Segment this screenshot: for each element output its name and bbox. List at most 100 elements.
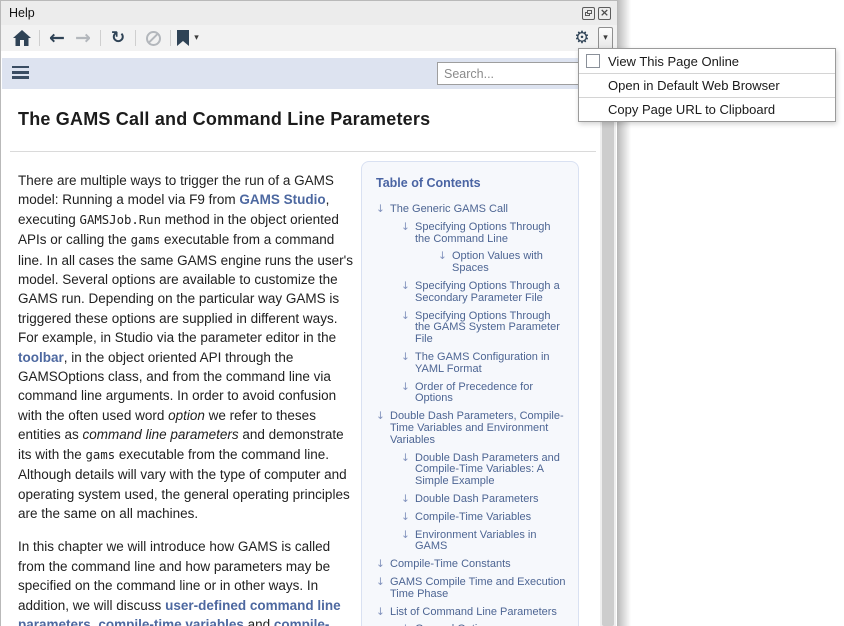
hamburger-icon <box>12 66 29 68</box>
toc-item-label: Compile-Time Constants <box>390 559 566 571</box>
down-arrow-icon: ↓ <box>376 559 390 571</box>
vertical-scrollbar[interactable] <box>600 52 616 626</box>
toc-item-label: Environment Variables in GAMS <box>415 530 566 554</box>
toc-item[interactable]: ↓Specifying Options Through the GAMS Sys… <box>376 311 566 346</box>
desktop-canvas: Help × ← → ↻ <box>0 0 844 626</box>
toolbar-separator <box>135 30 136 46</box>
toolbar-separator <box>170 30 171 46</box>
toc-list: ↓The Generic GAMS Call↓Specifying Option… <box>376 204 566 626</box>
down-arrow-icon: ↓ <box>401 512 415 524</box>
down-arrow-icon: ↓ <box>376 204 390 216</box>
inline-link[interactable]: compile-time variables <box>98 617 244 626</box>
home-button[interactable] <box>10 26 34 50</box>
inline-link[interactable]: toolbar <box>18 350 64 365</box>
down-arrow-icon: ↓ <box>376 411 390 446</box>
back-button[interactable]: ← <box>45 26 69 50</box>
down-arrow-icon: ↓ <box>376 607 390 619</box>
checkbox-unchecked[interactable] <box>586 54 600 68</box>
toc-item[interactable]: ↓Double Dash Parameters, Compile-Time Va… <box>376 411 566 446</box>
title-divider <box>10 151 596 152</box>
toc-item[interactable]: ↓Compile-Time Variables <box>376 512 566 524</box>
toc-title: Table of Contents <box>376 176 566 190</box>
toc-item[interactable]: ↓Order of Precedence for Options <box>376 382 566 406</box>
scrollbar-thumb[interactable] <box>602 56 614 626</box>
toc-item[interactable]: ↓The GAMS Configuration in YAML Format <box>376 352 566 376</box>
toc-item[interactable]: ↓Option Values with Spaces <box>376 251 566 275</box>
toc-item[interactable]: ↓The Generic GAMS Call <box>376 204 566 216</box>
page-header-bar <box>2 58 602 89</box>
toc-item[interactable]: ↓Specifying Options Through a Secondary … <box>376 281 566 305</box>
toc-item[interactable]: ↓Specifying Options Through the Command … <box>376 222 566 246</box>
menu-item-label: Open in Default Web Browser <box>608 78 780 93</box>
text-segment: gams <box>131 233 161 247</box>
close-window-button[interactable]: × <box>598 7 611 20</box>
down-arrow-icon: ↓ <box>401 311 415 346</box>
gear-icon: ⚙ <box>574 30 589 47</box>
window-title: Help <box>9 6 579 20</box>
down-arrow-icon: ↓ <box>401 281 415 305</box>
menu-item-copy-page-url-to-clipboard[interactable]: Copy Page URL to Clipboard <box>579 97 835 121</box>
navigation-toolbar: ← → ↻ ▾ ⚙ <box>1 25 617 51</box>
toc-item-label: Double Dash Parameters <box>415 494 566 506</box>
hamburger-icon <box>12 71 29 73</box>
hamburger-icon <box>12 76 29 78</box>
toc-item-label: Specifying Options Through the Command L… <box>415 222 566 246</box>
toc-item-label: Compile-Time Variables <box>415 512 566 524</box>
reload-button[interactable]: ↻ <box>106 26 130 50</box>
bookmark-button[interactable]: ▾ <box>176 26 200 50</box>
menu-item-label: View This Page Online <box>608 54 739 69</box>
toc-item-label: The GAMS Configuration in YAML Format <box>415 352 566 376</box>
paragraph: There are multiple ways to trigger the r… <box>18 171 356 523</box>
document-viewport: The GAMS Call and Command Line Parameter… <box>2 89 602 626</box>
down-arrow-icon: ↓ <box>401 453 415 488</box>
float-icon-overlap <box>587 10 592 14</box>
menu-item-label: Copy Page URL to Clipboard <box>608 102 775 117</box>
paragraph: In this chapter we will introduce how GA… <box>18 537 356 626</box>
caret-down-icon: ▾ <box>194 34 199 43</box>
toolbar-right-group: ⚙ ▾ <box>569 26 613 50</box>
toolbar-separator <box>39 30 40 46</box>
down-arrow-icon: ↓ <box>401 382 415 406</box>
toc-item-label: Order of Precedence for Options <box>415 382 566 406</box>
toc-item[interactable]: ↓Environment Variables in GAMS <box>376 530 566 554</box>
toc-item-label: The Generic GAMS Call <box>390 204 566 216</box>
down-arrow-icon: ↓ <box>438 251 452 275</box>
toc-item-label: List of Command Line Parameters <box>390 607 566 619</box>
toc-item-label: Specifying Options Through the GAMS Syst… <box>415 311 566 346</box>
toc-item-label: GAMS Compile Time and Execution Time Pha… <box>390 577 566 601</box>
text-segment: command line parameters <box>83 427 239 442</box>
toc-item[interactable]: ↓List of Command Line Parameters <box>376 607 566 619</box>
menu-item-open-in-default-web-browser[interactable]: Open in Default Web Browser <box>579 73 835 97</box>
text-segment: executable from a command line. In all c… <box>18 232 353 345</box>
help-window: Help × ← → ↻ <box>0 0 618 626</box>
down-arrow-icon: ↓ <box>401 352 415 376</box>
settings-dropdown-menu: View This Page Online Open in Default Web… <box>578 48 836 122</box>
caret-down-icon: ▾ <box>603 34 608 43</box>
back-arrow-icon: ← <box>49 29 65 48</box>
down-arrow-icon: ↓ <box>376 577 390 601</box>
menu-items: View This Page Online Open in Default Web… <box>579 49 835 121</box>
down-arrow-icon: ↓ <box>401 494 415 506</box>
page-title: The GAMS Call and Command Line Parameter… <box>18 109 588 130</box>
table-of-contents-panel: Table of Contents ↓The Generic GAMS Call… <box>361 161 579 626</box>
toc-item[interactable]: ↓GAMS Compile Time and Execution Time Ph… <box>376 577 566 601</box>
down-arrow-icon: ↓ <box>401 222 415 246</box>
toc-item[interactable]: ↓Double Dash Parameters <box>376 494 566 506</box>
text-segment: gams <box>86 448 116 462</box>
settings-dropdown-button[interactable]: ▾ <box>598 27 613 50</box>
toc-item-label: Option Values with Spaces <box>452 251 566 275</box>
settings-button[interactable]: ⚙ <box>570 26 594 50</box>
toc-item[interactable]: ↓Compile-Time Constants <box>376 559 566 571</box>
toc-item-label: Specifying Options Through a Secondary P… <box>415 281 566 305</box>
window-titlebar[interactable]: Help × <box>1 1 617 25</box>
forward-arrow-icon: → <box>75 29 91 48</box>
forward-button: → <box>71 26 95 50</box>
toc-item-label: Double Dash Parameters, Compile-Time Var… <box>390 411 566 446</box>
menu-toggle-button[interactable] <box>12 66 29 80</box>
stop-button <box>141 26 165 50</box>
inline-link[interactable]: GAMS Studio <box>239 192 325 207</box>
menu-item-view-this-page-online[interactable]: View This Page Online <box>579 49 835 73</box>
stop-icon <box>146 31 161 46</box>
toc-item[interactable]: ↓Double Dash Parameters and Compile-Time… <box>376 453 566 488</box>
float-window-button[interactable] <box>582 7 595 20</box>
